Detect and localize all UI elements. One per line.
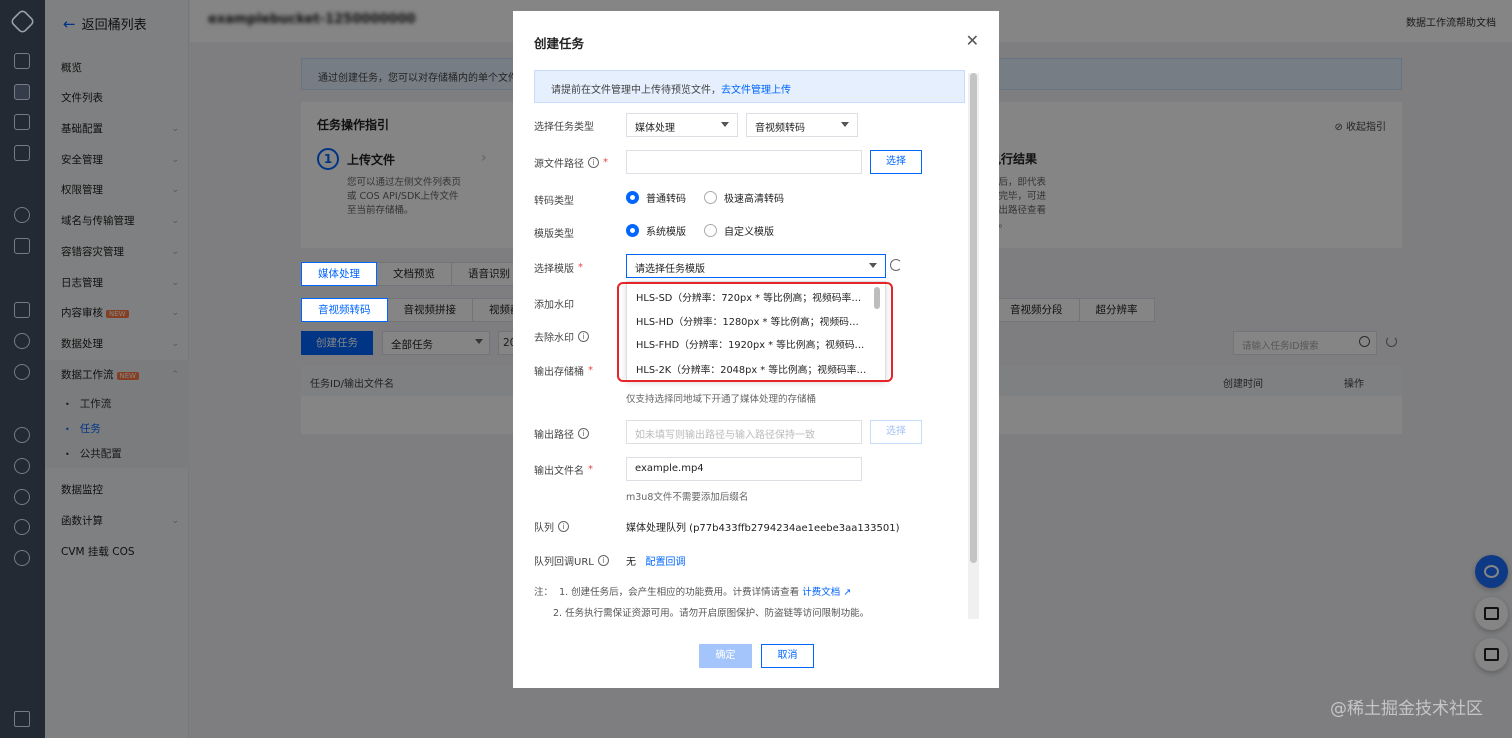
remove-watermark-label: 去除水印 i [534,329,589,344]
transcode-type-label: 转码类型 [534,196,574,207]
grid-icon[interactable] [14,53,30,69]
database-icon[interactable] [14,84,30,100]
confirm-button[interactable]: 确定 [699,644,752,668]
globe-icon[interactable] [14,207,30,223]
modal-tip: 请提前在文件管理中上传待预览文件，去文件管理上传 [534,70,965,103]
add-watermark-label: 添加水印 [534,300,574,311]
note-2: 2. 任务执行需保证资源可用。请勿开启原图保护、防盗链等访问限制功能。 [553,608,870,619]
callback-value: 无 配置回调 [626,557,686,568]
output-name-hint: m3u8文件不需要添加后缀名 [626,492,749,503]
radio-system-template[interactable]: 系统模版 [626,223,686,238]
cos-logo-icon [9,8,36,35]
tab-transcode[interactable]: 音视频转码 [301,298,388,322]
caret-down-icon [869,263,877,268]
modal-title: 创建任务 [534,36,585,51]
target-icon[interactable] [14,364,30,380]
src-path-input[interactable] [626,150,862,174]
choose-template-label: 选择模版 * [534,262,583,275]
billing-doc-link[interactable]: 计费文档 [802,587,840,598]
caret-down-icon [721,122,729,127]
caret-down-icon [841,122,849,127]
calendar-icon[interactable] [14,114,30,130]
template-type-label: 模版类型 [534,229,574,240]
src-path-label: 源文件路径 i * [534,157,608,170]
info-icon[interactable]: i [597,555,609,566]
highlight-box [617,282,893,382]
check-icon[interactable] [14,238,30,254]
cloud-icon[interactable] [14,427,30,443]
close-icon[interactable]: ✕ [966,31,979,50]
src-select-button[interactable]: 选择 [870,150,922,174]
callback-label: 队列回调URL i [534,553,609,568]
settings-icon[interactable] [14,489,30,505]
info-icon[interactable]: i [578,428,589,439]
menu-icon[interactable] [14,711,30,727]
icon-rail [0,0,45,738]
output-path-input[interactable]: 如未填写则输出路径与输入路径保持一致 [626,420,862,444]
billing-icon[interactable] [14,550,30,566]
info-icon[interactable]: i [578,331,589,342]
refresh-icon[interactable] [890,259,902,271]
note-1: 注： 1. 创建任务后，会产生相应的功能费用。计费详情请查看 计费文档 ↗ [534,587,852,598]
radio-fast-hd-transcode[interactable]: 极速高清转码 [704,190,784,205]
configure-callback-link[interactable]: 配置回调 [646,557,686,568]
chart-icon[interactable] [14,145,30,161]
template-select[interactable]: 请选择任务模版 [626,254,886,278]
task-type-label: 选择任务类型 [534,122,594,133]
output-path-label: 输出路径 i [534,426,589,441]
radio-normal-transcode[interactable]: 普通转码 [626,190,686,205]
external-link-icon: ↗ [840,587,852,598]
task-type-select[interactable]: 媒体处理 [626,113,738,137]
output-bucket-hint: 仅支持选择同地域下开通了媒体处理的存储桶 [626,394,817,405]
cancel-button[interactable]: 取消 [761,644,814,668]
info-icon[interactable]: i [588,157,599,168]
tab-media[interactable]: 媒体处理 [301,262,377,286]
task-subtype-select[interactable]: 音视频转码 [746,113,858,137]
output-name-label: 输出文件名 * [534,464,593,477]
apps-icon[interactable] [14,302,30,318]
info-icon[interactable]: i [558,521,569,532]
output-name-input[interactable]: example.mp4 [626,457,862,481]
upload-link[interactable]: 去文件管理上传 [721,85,791,96]
output-bucket-label: 输出存储桶 * [534,365,593,378]
gear-icon[interactable] [14,519,30,535]
queue-value: 媒体处理队列 (p77b433ffb2794234ae1eebe3aa13350… [626,523,900,534]
gauge-icon[interactable] [14,333,30,349]
shield-icon[interactable] [14,458,30,474]
modal-scrollbar[interactable] [970,73,977,563]
queue-label: 队列 i [534,519,569,534]
watermark-text: @稀土掘金技术社区 [1330,699,1483,719]
output-select-button[interactable]: 选择 [870,420,922,444]
radio-custom-template[interactable]: 自定义模版 [704,223,774,238]
